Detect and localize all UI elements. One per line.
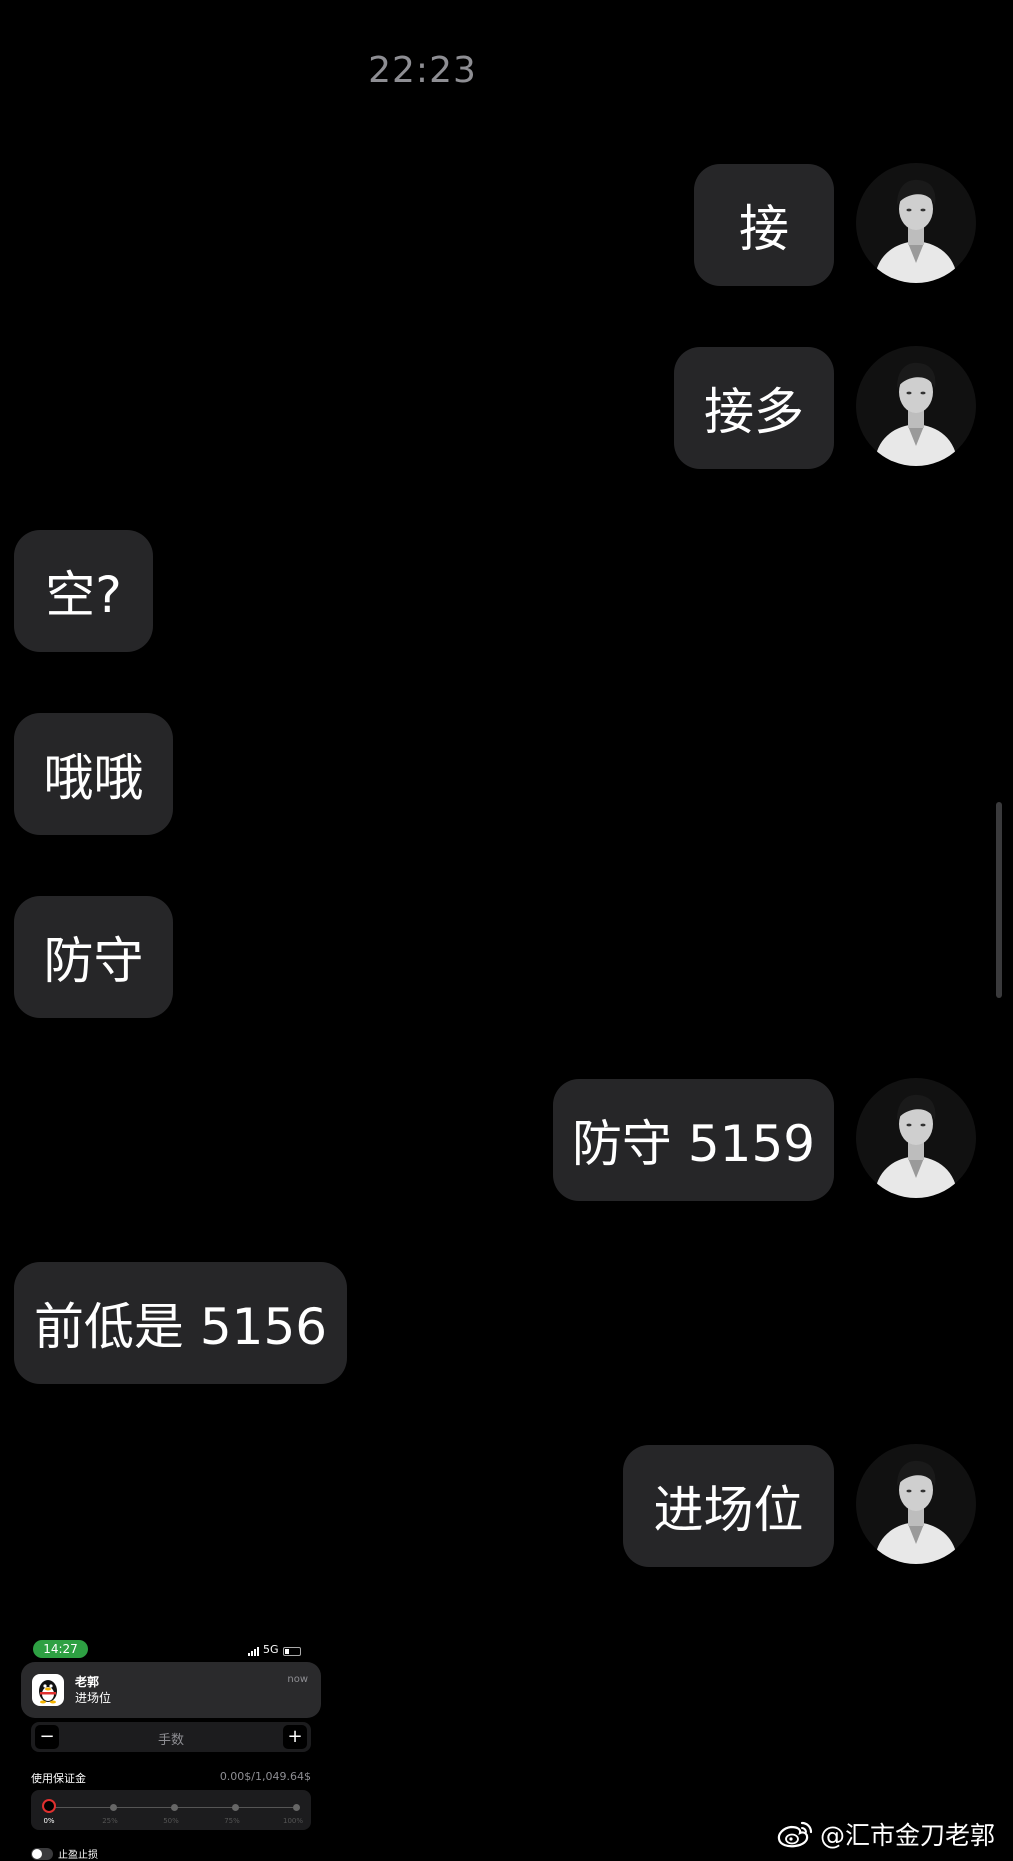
toggle-label: 止盈止损 [58, 1850, 98, 1861]
avatar[interactable] [856, 1444, 976, 1564]
take-profit-stop-loss-row[interactable]: 止盈止损 [31, 1846, 98, 1861]
slider-tick-label: 25% [102, 1817, 118, 1825]
notification-card[interactable]: 老郭 进场位 now [21, 1662, 321, 1718]
notification-time: now [287, 1674, 308, 1685]
message-bubble-outgoing[interactable]: 进场位 [623, 1445, 834, 1567]
slider-stop[interactable] [110, 1804, 117, 1811]
avatar-portrait-icon [856, 163, 976, 283]
slider-tick-label: 0% [43, 1817, 55, 1825]
notification-message: 进场位 [75, 1691, 112, 1705]
avatar[interactable] [856, 1078, 976, 1198]
message-bubble-incoming[interactable]: 前低是 5156 [14, 1262, 347, 1384]
margin-value: 0.00$/1,049.64$ [219, 1770, 311, 1783]
watermark: @汇市金刀老郭 [776, 1816, 995, 1852]
margin-slider[interactable]: 0% 25% 50% 75% 100% [31, 1790, 311, 1830]
status-bar: 5G [248, 1643, 301, 1656]
scrollbar[interactable] [996, 802, 1002, 998]
slider-stop[interactable] [232, 1804, 239, 1811]
qq-penguin-icon [32, 1674, 64, 1706]
signal-icon [248, 1646, 259, 1656]
slider-stop[interactable] [293, 1804, 300, 1811]
message-bubble-outgoing[interactable]: 接多 [674, 347, 834, 469]
lots-stepper: − 手数 + [31, 1722, 311, 1752]
message-bubble-incoming[interactable]: 防守 [14, 896, 173, 1018]
slider-tick-label: 75% [224, 1817, 240, 1825]
avatar-portrait-icon [856, 1078, 976, 1198]
avatar-portrait-icon [856, 346, 976, 466]
chat-timestamp: 22:23 [368, 50, 477, 91]
weibo-icon [777, 1821, 813, 1848]
battery-icon [282, 1647, 301, 1656]
slider-knob[interactable] [42, 1799, 56, 1813]
slider-tick-label: 50% [163, 1817, 179, 1825]
message-bubble-incoming[interactable]: 哦哦 [14, 713, 173, 835]
margin-label: 使用保证金 [31, 1772, 86, 1785]
message-bubble-outgoing[interactable]: 接 [694, 164, 834, 286]
message-bubble-outgoing[interactable]: 防守 5159 [553, 1079, 834, 1201]
slider-tick-label: 100% [282, 1817, 303, 1825]
avatar-portrait-icon [856, 1444, 976, 1564]
avatar[interactable] [856, 346, 976, 466]
slider-stop[interactable] [171, 1804, 178, 1811]
notification-sender: 老郭 [75, 1675, 100, 1689]
avatar[interactable] [856, 163, 976, 283]
increment-button[interactable]: + [283, 1725, 307, 1749]
lots-label[interactable]: 手数 [31, 1729, 311, 1748]
watermark-text: @汇市金刀老郭 [820, 1821, 996, 1850]
status-time: 14:27 [33, 1640, 88, 1658]
message-bubble-incoming[interactable]: 空? [14, 530, 153, 652]
network-label: 5G [263, 1643, 279, 1656]
embedded-screenshot: 14:27 5G 老郭 进场位 now − 手数 + 使用保证金 0.00$/1… [0, 1630, 340, 1861]
